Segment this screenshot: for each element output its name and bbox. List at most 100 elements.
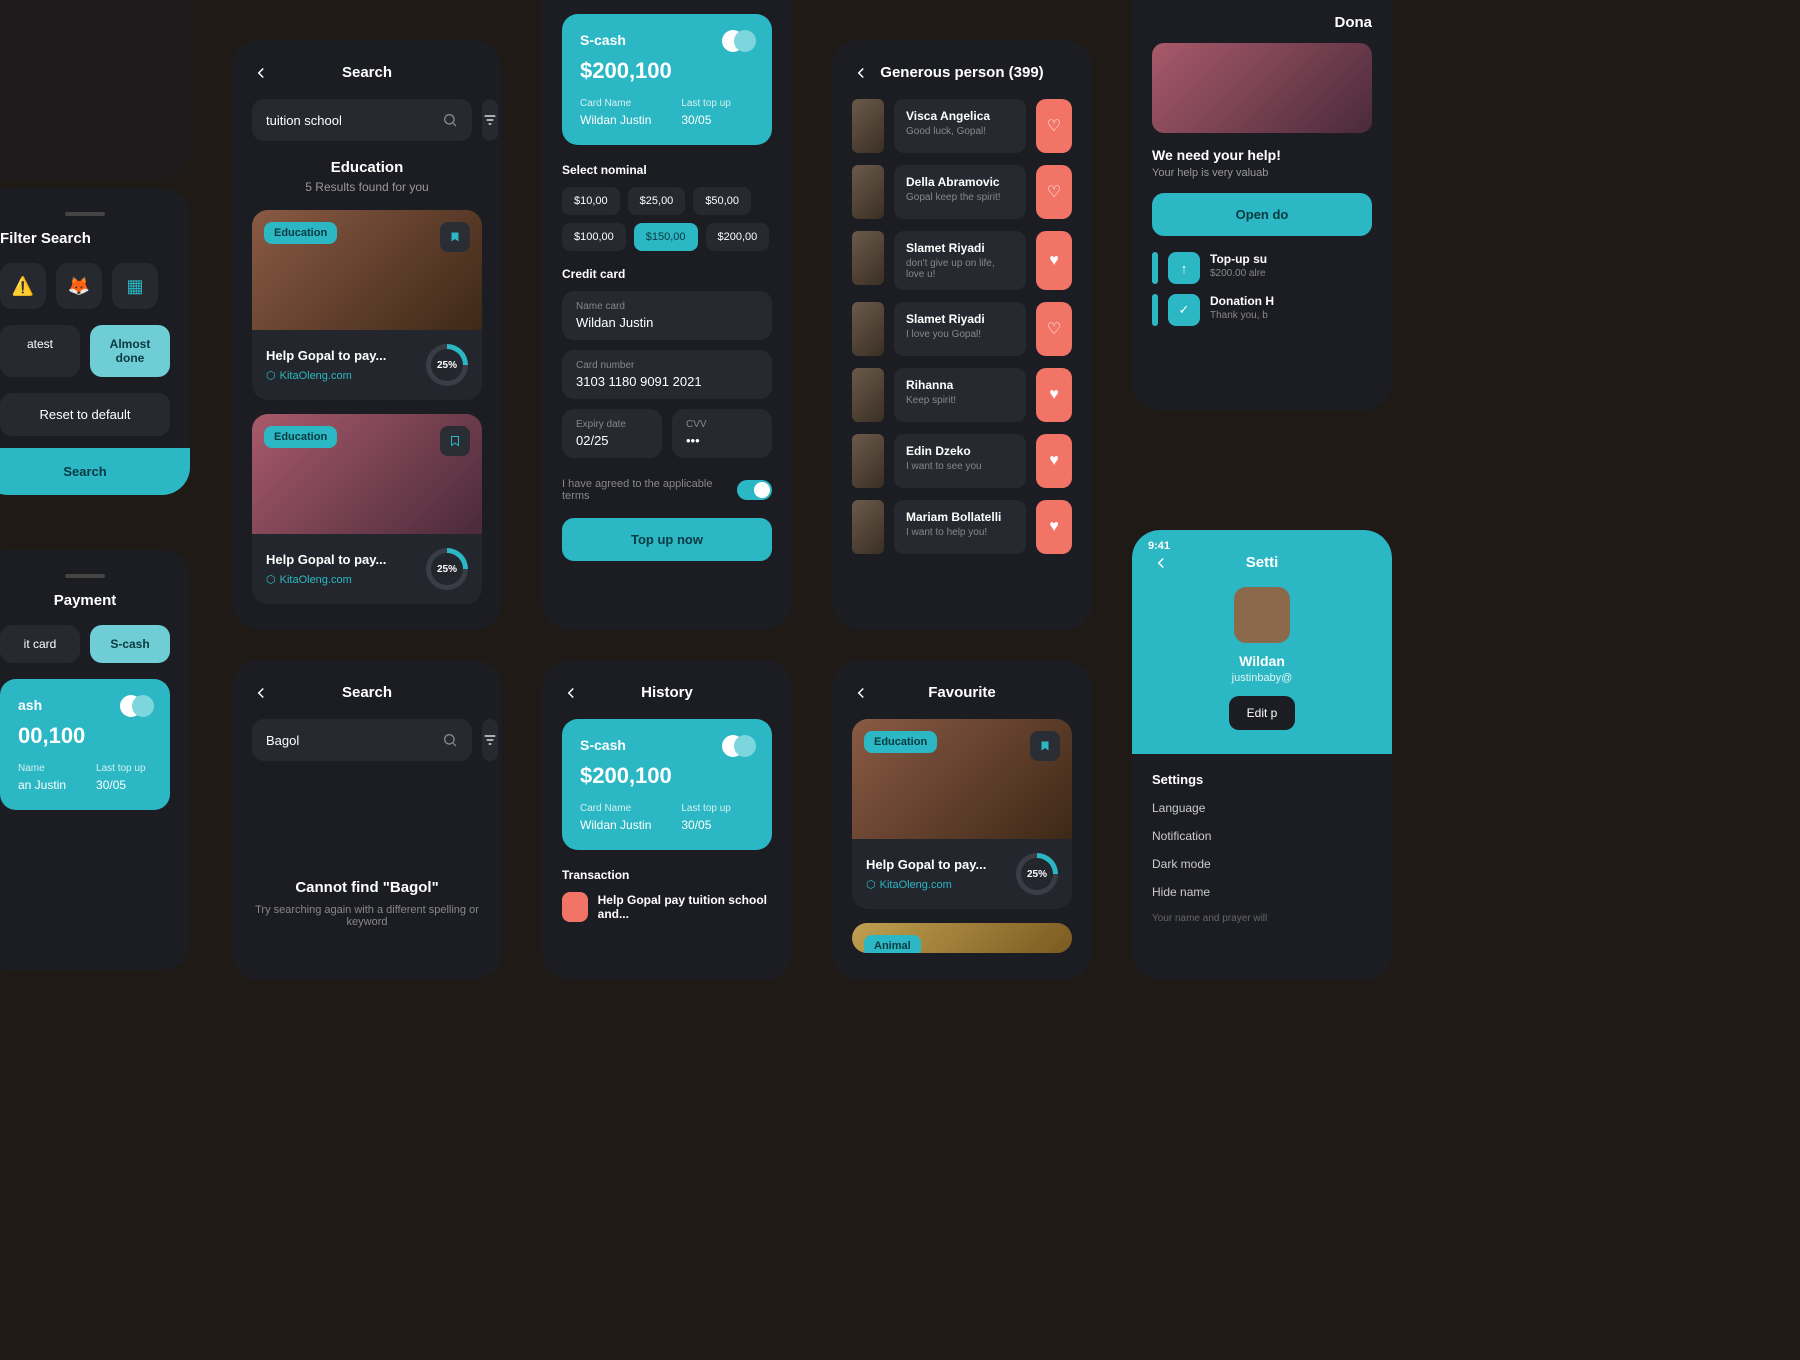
credit-card-label: Credit card xyxy=(562,267,772,281)
filter-icon[interactable] xyxy=(482,719,498,761)
progress-ring: 25% xyxy=(426,548,468,590)
bookmark-icon[interactable] xyxy=(1030,731,1060,761)
nominal-chip[interactable]: $150,00 xyxy=(634,223,698,251)
check-icon: ✓ xyxy=(1168,294,1200,326)
scash-amount: $200,100 xyxy=(580,763,754,789)
category-badge: Animal xyxy=(864,935,921,953)
search-input-container[interactable] xyxy=(252,99,472,141)
expiry-field[interactable]: Expiry date02/25 xyxy=(562,409,662,458)
settings-item-notification[interactable]: Notification xyxy=(1152,829,1372,843)
filter-search-button[interactable]: Search xyxy=(0,448,190,495)
card-image: Education xyxy=(852,719,1072,839)
heart-icon[interactable]: ♥ xyxy=(1036,500,1072,554)
filter-icon-fox[interactable]: 🦊 xyxy=(56,263,102,309)
drag-handle[interactable] xyxy=(65,574,105,578)
search-input[interactable] xyxy=(266,733,442,748)
donation-panel: Dona We need your help! Your help is ver… xyxy=(1132,0,1392,410)
nominal-chip[interactable]: $50,00 xyxy=(693,187,751,215)
nominal-chip[interactable]: $10,00 xyxy=(562,187,620,215)
back-icon[interactable] xyxy=(252,64,270,82)
person-item[interactable]: Slamet RiyadiI love you Gopal!♡ xyxy=(852,302,1072,356)
person-item[interactable]: Visca AngelicaGood luck, Gopal!♡ xyxy=(852,99,1072,153)
not-found-title: Cannot find "Bagol" xyxy=(252,879,482,896)
payment-title: Payment xyxy=(0,592,170,609)
avatar xyxy=(1234,587,1290,643)
avatar xyxy=(852,165,884,219)
favourite-screen: Favourite Education Help Gopal to pay...… xyxy=(832,660,1092,980)
heart-icon[interactable]: ♥ xyxy=(1036,368,1072,422)
edit-profile-button[interactable]: Edit p xyxy=(1229,696,1296,730)
back-icon[interactable] xyxy=(252,684,270,702)
open-donation-button[interactable]: Open do xyxy=(1152,193,1372,236)
filter-title: Filter Search xyxy=(0,230,170,247)
page-title: History xyxy=(641,684,693,701)
tab-credit-card[interactable]: it card xyxy=(0,625,80,663)
terms-toggle[interactable] xyxy=(737,480,772,500)
blurred-panel xyxy=(0,0,190,180)
filter-icon-grid[interactable]: ▦ xyxy=(112,263,158,309)
help-title: We need your help! xyxy=(1152,147,1372,163)
settings-item-hidename[interactable]: Hide name xyxy=(1152,885,1372,899)
back-icon[interactable] xyxy=(562,684,580,702)
avatar xyxy=(852,99,884,153)
search-input[interactable] xyxy=(266,113,442,128)
person-item[interactable]: Slamet Riyadidon't give up on life, love… xyxy=(852,231,1072,290)
tab-scash[interactable]: S-cash xyxy=(90,625,170,663)
result-card[interactable]: Education Help Gopal to pay... ⬡KitaOlen… xyxy=(252,210,482,400)
bookmark-icon[interactable] xyxy=(440,426,470,456)
back-icon[interactable] xyxy=(1152,554,1170,572)
reset-button[interactable]: Reset to default xyxy=(0,393,170,436)
search-icon[interactable] xyxy=(442,112,458,128)
bookmark-icon[interactable] xyxy=(440,222,470,252)
results-count: 5 Results found for you xyxy=(252,180,482,194)
avatar xyxy=(852,434,884,488)
notification-item[interactable]: ↑ Top-up su$200.00 alre xyxy=(1152,252,1372,284)
card-title: Help Gopal to pay... xyxy=(866,857,986,872)
person-item[interactable]: Della AbramovicGopal keep the spirit!♡ xyxy=(852,165,1072,219)
notification-item[interactable]: ✓ Donation HThank you, b xyxy=(1152,294,1372,326)
scash-amount: $200,100 xyxy=(580,58,754,84)
back-icon[interactable] xyxy=(852,684,870,702)
filter-icon[interactable] xyxy=(482,99,498,141)
heart-icon[interactable]: ♡ xyxy=(1036,165,1072,219)
scash-amount: 00,100 xyxy=(18,723,152,749)
favourite-card[interactable]: Animal xyxy=(852,923,1072,953)
settings-item-darkmode[interactable]: Dark mode xyxy=(1152,857,1372,871)
heart-icon[interactable]: ♥ xyxy=(1036,434,1072,488)
category-title: Education xyxy=(252,159,482,176)
person-item[interactable]: RihannaKeep spirit!♥ xyxy=(852,368,1072,422)
back-icon[interactable] xyxy=(852,64,870,82)
drag-handle[interactable] xyxy=(65,212,105,216)
favourite-card[interactable]: Education Help Gopal to pay... ⬡KitaOlen… xyxy=(852,719,1072,909)
sort-almost-done[interactable]: Almost done xyxy=(90,325,170,377)
progress-ring: 25% xyxy=(1016,853,1058,895)
payment-panel: Payment it card S-cash ash 00,100 Namean… xyxy=(0,550,190,970)
settings-item-language[interactable]: Language xyxy=(1152,801,1372,815)
up-arrow-icon: ↑ xyxy=(1168,252,1200,284)
person-item[interactable]: Edin DzekoI want to see you♥ xyxy=(852,434,1072,488)
cvv-field[interactable]: CVV••• xyxy=(672,409,772,458)
nominal-chip[interactable]: $200,00 xyxy=(706,223,770,251)
number-field[interactable]: Card number3103 1180 9091 2021 xyxy=(562,350,772,399)
page-title: Setti xyxy=(1246,554,1279,571)
topup-button[interactable]: Top up now xyxy=(562,518,772,561)
card-source: ⬡KitaOleng.com xyxy=(266,573,386,586)
person-item[interactable]: Mariam BollatelliI want to help you!♥ xyxy=(852,500,1072,554)
nominal-chip[interactable]: $25,00 xyxy=(628,187,686,215)
user-email: justinbaby@ xyxy=(1152,672,1372,684)
card-image: Education xyxy=(252,210,482,330)
heart-icon[interactable]: ♡ xyxy=(1036,302,1072,356)
heart-icon[interactable]: ♥ xyxy=(1036,231,1072,290)
name-field[interactable]: Name cardWildan Justin xyxy=(562,291,772,340)
transaction-item[interactable]: Help Gopal pay tuition school and... xyxy=(562,892,772,922)
result-card[interactable]: Education Help Gopal to pay... ⬡KitaOlen… xyxy=(252,414,482,604)
heart-icon[interactable]: ♡ xyxy=(1036,99,1072,153)
sort-latest[interactable]: atest xyxy=(0,325,80,377)
filter-icon-warning[interactable]: ⚠️ xyxy=(0,263,46,309)
hero-image xyxy=(1152,43,1372,133)
nominal-chip[interactable]: $100,00 xyxy=(562,223,626,251)
topup-screen: S-cash $200,100 Card NameWildan Justin L… xyxy=(542,0,792,630)
search-icon[interactable] xyxy=(442,732,458,748)
search-input-container[interactable] xyxy=(252,719,472,761)
user-name: Wildan xyxy=(1152,653,1372,669)
